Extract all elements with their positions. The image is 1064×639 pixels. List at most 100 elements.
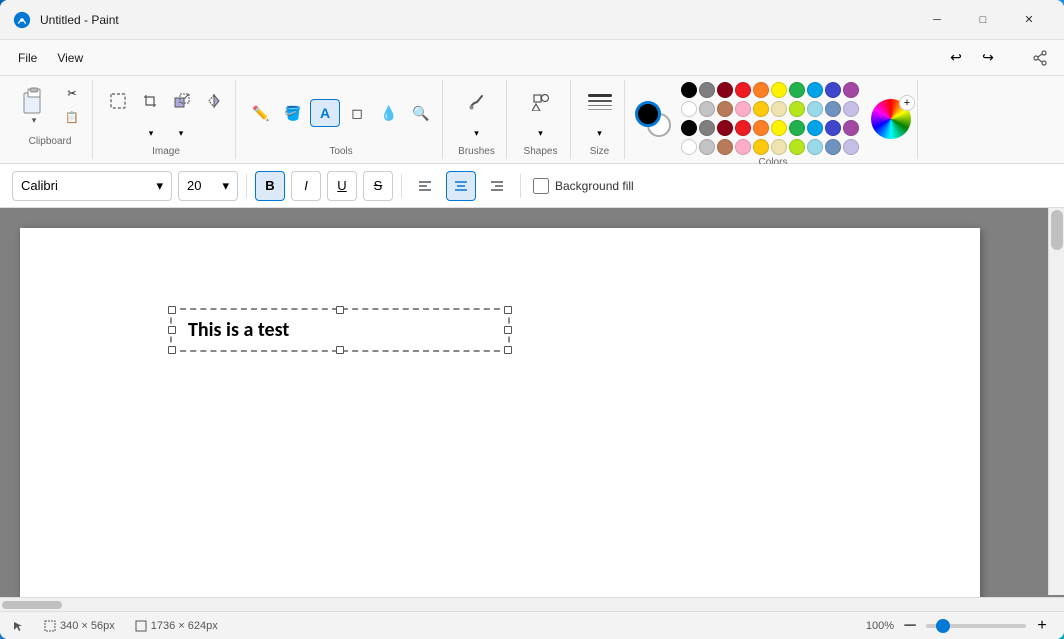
undo-button[interactable]: ↩ — [940, 44, 972, 72]
color-dot[interactable] — [807, 139, 823, 155]
color-dot[interactable] — [753, 101, 769, 117]
close-button[interactable]: ✕ — [1006, 4, 1052, 36]
resize-handle-bc[interactable] — [336, 346, 344, 354]
vertical-scrollbar[interactable] — [1048, 208, 1064, 595]
flip-button[interactable] — [199, 87, 229, 115]
resize-handle-tr[interactable] — [504, 306, 512, 314]
color-dot[interactable] — [825, 82, 841, 98]
zoom-slider[interactable] — [926, 624, 1026, 628]
select-button[interactable] — [103, 87, 133, 115]
cut-button[interactable]: ✂ — [58, 82, 86, 104]
bold-button[interactable]: B — [255, 171, 285, 201]
color-dot[interactable] — [789, 101, 805, 117]
color-dot[interactable] — [681, 101, 697, 117]
color-dot[interactable] — [717, 139, 733, 155]
menu-file[interactable]: File — [8, 47, 47, 69]
pencil-button[interactable]: ✏️ — [246, 99, 276, 127]
color-dot[interactable] — [735, 120, 751, 136]
color-dot[interactable] — [825, 101, 841, 117]
underline-button[interactable]: U — [327, 171, 357, 201]
horizontal-scroll-thumb[interactable] — [2, 601, 62, 609]
colorpicker-button[interactable]: 💧 — [374, 99, 404, 127]
color-dot[interactable] — [699, 139, 715, 155]
color-dot[interactable] — [789, 139, 805, 155]
eraser-button[interactable]: ◻ — [342, 99, 372, 127]
color-dot[interactable] — [717, 101, 733, 117]
zoom-out-button[interactable]: ─ — [900, 616, 920, 636]
edit-colors-button[interactable] — [871, 99, 911, 139]
color-dot[interactable] — [681, 139, 697, 155]
color-dot[interactable] — [735, 139, 751, 155]
resize-handle-ml[interactable] — [168, 326, 176, 334]
color-dot[interactable] — [789, 82, 805, 98]
color-dot[interactable] — [843, 120, 859, 136]
shapes-dropdown[interactable]: ▾ — [527, 122, 555, 144]
color-dot[interactable] — [753, 82, 769, 98]
image-select-dropdown[interactable]: ▾ — [137, 122, 165, 144]
color-dot[interactable] — [699, 120, 715, 136]
color-dot[interactable] — [717, 82, 733, 98]
magnifier-button[interactable]: 🔍 — [406, 99, 436, 127]
canvas-container[interactable]: This is a test — [0, 208, 1064, 597]
font-size-select[interactable]: 20 ▾ — [178, 171, 238, 201]
copy-button[interactable]: 📋 — [58, 106, 86, 128]
color-dot[interactable] — [753, 139, 769, 155]
background-fill-checkbox[interactable] — [533, 178, 549, 194]
foreground-color-swatch[interactable] — [635, 101, 661, 127]
color-dot[interactable] — [681, 82, 697, 98]
share-button[interactable] — [1024, 44, 1056, 72]
color-dot[interactable] — [843, 101, 859, 117]
color-dot[interactable] — [789, 120, 805, 136]
color-dot[interactable] — [735, 101, 751, 117]
menu-bar: File View ↩ ↪ — [0, 40, 1064, 76]
resize-handle-bl[interactable] — [168, 346, 176, 354]
redo-button[interactable]: ↪ — [972, 44, 1004, 72]
color-dot[interactable] — [771, 101, 787, 117]
color-dot[interactable] — [699, 82, 715, 98]
vertical-scroll-thumb[interactable] — [1051, 210, 1063, 250]
brushes-button[interactable] — [462, 88, 492, 116]
size-dropdown[interactable]: ▾ — [586, 122, 614, 144]
font-select[interactable]: Calibri ▾ — [12, 171, 172, 201]
resize-handle-br[interactable] — [504, 346, 512, 354]
color-dot[interactable] — [717, 120, 733, 136]
align-left-button[interactable] — [410, 171, 440, 201]
color-dot[interactable] — [807, 82, 823, 98]
color-dot[interactable] — [771, 139, 787, 155]
image-resize-dropdown[interactable]: ▾ — [167, 122, 195, 144]
horizontal-scrollbar[interactable] — [0, 597, 1064, 611]
shapes-button[interactable] — [526, 88, 556, 116]
resize-handle-mr[interactable] — [504, 326, 512, 334]
color-dot[interactable] — [681, 120, 697, 136]
strikethrough-button[interactable]: S — [363, 171, 393, 201]
color-dot[interactable] — [825, 120, 841, 136]
zoom-in-button[interactable]: + — [1032, 616, 1052, 636]
align-right-button[interactable] — [482, 171, 512, 201]
color-dot[interactable] — [699, 101, 715, 117]
text-box[interactable]: This is a test — [170, 308, 510, 352]
color-dot[interactable] — [771, 82, 787, 98]
font-dropdown-icon: ▾ — [156, 178, 163, 194]
menu-view[interactable]: View — [47, 47, 93, 69]
crop-button[interactable] — [135, 87, 165, 115]
color-dot[interactable] — [825, 139, 841, 155]
color-dot[interactable] — [807, 120, 823, 136]
brushes-dropdown[interactable]: ▾ — [463, 122, 491, 144]
maximize-button[interactable]: □ — [960, 4, 1006, 36]
minimize-button[interactable]: ─ — [914, 4, 960, 36]
fill-button[interactable]: 🪣 — [278, 99, 308, 127]
resize-handle-tc[interactable] — [336, 306, 344, 314]
resize-handle-tl[interactable] — [168, 306, 176, 314]
italic-button[interactable]: I — [291, 171, 321, 201]
align-center-button[interactable] — [446, 171, 476, 201]
color-dot[interactable] — [735, 82, 751, 98]
color-dot[interactable] — [843, 139, 859, 155]
paste-button[interactable]: ▾ — [14, 82, 54, 130]
color-dot[interactable] — [771, 120, 787, 136]
resize-button[interactable] — [167, 87, 197, 115]
color-dot[interactable] — [807, 101, 823, 117]
text-button[interactable]: A — [310, 99, 340, 127]
color-dot[interactable] — [753, 120, 769, 136]
horizontal-scroll-track[interactable] — [2, 600, 1062, 610]
color-dot[interactable] — [843, 82, 859, 98]
